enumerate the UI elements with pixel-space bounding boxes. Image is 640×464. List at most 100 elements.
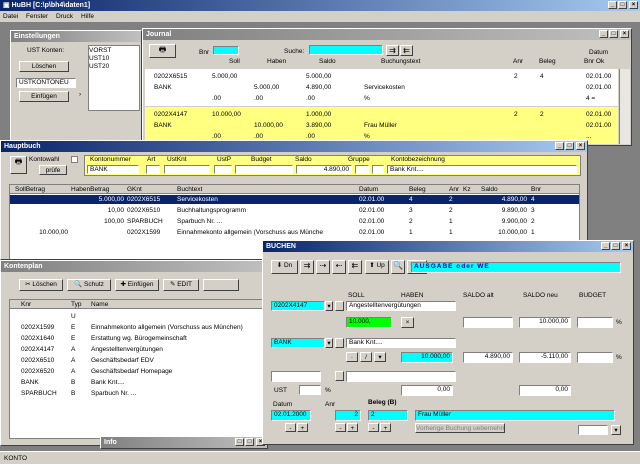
ust-text-field[interactable] <box>346 371 456 382</box>
chevron-down-icon[interactable]: ▾ <box>611 425 621 435</box>
close-icon[interactable]: × <box>622 242 631 250</box>
table-row[interactable]: U <box>10 312 264 321</box>
kp-edit-button[interactable]: ✎ EDIT <box>163 279 199 291</box>
loeschen-button[interactable]: Löschen <box>19 61 69 72</box>
table-row[interactable]: SPARBUCH B Sparbuch Nr. ... <box>10 389 264 398</box>
slash-button[interactable]: / <box>360 352 372 362</box>
datum-field[interactable]: 02.01.2000 <box>271 410 311 421</box>
menu-hilfe[interactable]: Hilfe <box>81 13 94 20</box>
ust-konto-field[interactable] <box>271 371 321 382</box>
menu-datei[interactable]: Datei <box>3 13 18 20</box>
datum-minus-button[interactable]: - <box>285 423 296 432</box>
minimize-icon[interactable]: _ <box>599 30 608 38</box>
ust-list[interactable]: VORST UST10 UST20 <box>88 45 140 111</box>
maximize-icon[interactable]: □ <box>618 1 627 9</box>
chevron-down-icon[interactable]: ▾ <box>325 301 333 311</box>
soll-calc-button[interactable]: × <box>401 317 414 328</box>
menu-fenster[interactable]: Fenster <box>26 13 48 20</box>
maximize-icon[interactable]: □ <box>611 242 620 250</box>
suche-input[interactable] <box>309 45 383 55</box>
beleg-minus-button[interactable]: - <box>368 423 379 432</box>
table-row[interactable]: 0202X4147 A Angestelltenvergütungen <box>10 345 264 354</box>
extra-field[interactable] <box>578 425 608 435</box>
haben-art-button[interactable] <box>335 338 344 348</box>
print-icon[interactable]: 🖶 <box>149 44 176 58</box>
ustp-input[interactable] <box>214 165 232 174</box>
down-button[interactable]: ⬇ Dn <box>271 260 298 274</box>
gruppe-input[interactable] <box>355 165 369 174</box>
einfuegen-button[interactable]: Einfügen <box>19 91 69 102</box>
anr-field[interactable]: 2 <box>335 410 361 421</box>
art-input[interactable] <box>146 165 160 174</box>
budget-input[interactable] <box>235 165 293 174</box>
haben-text-field[interactable]: Bank Knt.... <box>346 338 456 348</box>
maximize-icon[interactable]: □ <box>245 438 254 446</box>
kontowahl-checkbox[interactable] <box>71 156 78 163</box>
info-window[interactable]: Info □ □ × <box>100 436 268 449</box>
kp-loeschen-button[interactable]: ✂ Löschen <box>19 279 63 291</box>
chevron-down-icon[interactable]: ▾ <box>374 352 386 362</box>
search-prev-icon[interactable]: ⇇ <box>400 45 413 56</box>
haben-betrag-field[interactable]: 10.000,00 <box>401 352 453 363</box>
table-row[interactable]: 100,00 SPARBUCH Sparbuch Nr. ... 02.01.00 2 1… <box>10 217 579 226</box>
anr-plus-button[interactable]: + <box>347 423 358 432</box>
kontonummer-input[interactable]: BANK <box>87 165 139 174</box>
list-item[interactable]: UST20 <box>89 62 139 71</box>
table-row[interactable]: 0202X4147 10.000,00 1.000,00 2 2 02.01.00 <box>145 110 618 119</box>
buchungstext-field[interactable]: Frau Müller <box>415 410 615 421</box>
haben-konto-select[interactable]: BANK <box>271 338 325 348</box>
up-button[interactable]: ⬆ Up <box>365 260 389 274</box>
saldo-input[interactable]: 4.890,00 <box>296 165 352 174</box>
soll-betrag-field[interactable]: 10.000, <box>346 317 392 328</box>
kp-einfuegen-button[interactable]: ✚ Einfügen <box>115 279 159 291</box>
search-icon[interactable]: 🔍 <box>391 260 405 274</box>
table-row[interactable]: BANK 10.000,00 3.890,00 Frau Müller 02.01.00 <box>145 121 618 130</box>
close-icon[interactable]: × <box>576 142 585 150</box>
table-row[interactable]: 0202X6510 A Geschäftsbedarf EDV <box>10 356 264 365</box>
table-row[interactable]: BANK B Bank Knt.... <box>10 378 264 387</box>
vorherige-buchung-button[interactable]: Vorherige Buchung uebernehmen <box>415 423 505 433</box>
calc-icon[interactable]: · <box>346 352 358 362</box>
ust-konto-input[interactable]: USTKONTONEU <box>16 78 76 88</box>
ust-percent-field[interactable] <box>299 385 321 395</box>
datum-plus-button[interactable]: + <box>297 423 308 432</box>
search-next-icon[interactable]: ⇉ <box>386 45 399 56</box>
minimize-icon[interactable]: _ <box>601 242 610 250</box>
minimize-icon[interactable]: _ <box>555 142 564 150</box>
last-icon[interactable]: ⇉ <box>300 260 314 274</box>
kontobezeichnung-input[interactable]: Bank Knt.... <box>387 165 577 174</box>
next-icon[interactable]: ⇢ <box>316 260 330 274</box>
table-row[interactable]: 0202X1640 E Erstattung wg. Bürogemeinschaf… <box>10 334 264 343</box>
soll-konto-select[interactable]: 0202X4147 <box>271 301 325 311</box>
beleg-plus-button[interactable]: + <box>380 423 391 432</box>
close-icon[interactable]: × <box>620 30 629 38</box>
prev-icon[interactable]: ⇠ <box>332 260 346 274</box>
close-icon[interactable]: × <box>629 1 638 9</box>
journal-scrollbar[interactable] <box>619 69 630 144</box>
gruppe-flag-input[interactable] <box>372 165 384 174</box>
maximize-icon[interactable]: □ <box>565 142 574 150</box>
first-icon[interactable]: ⇇ <box>348 260 362 274</box>
table-row[interactable]: BANK 5.000,00 4.890,00 Servicekosten 02.01.0… <box>145 83 618 92</box>
chevron-down-icon[interactable]: ▾ <box>325 338 333 348</box>
ustknt-input[interactable] <box>164 165 210 174</box>
minimize-icon[interactable]: _ <box>608 1 617 9</box>
beleg-field[interactable]: 2 <box>368 410 408 421</box>
ust-art-button[interactable] <box>335 371 344 381</box>
table-row[interactable]: 10.000,00 0202X1599 Einnahmekonto allgemei… <box>10 228 579 237</box>
table-row[interactable]: 5.000,00 0202X6515 Servicekosten 02.01.00 4 2… <box>10 195 579 204</box>
pruefe-button[interactable]: prüfe <box>39 165 67 175</box>
soll-text-field[interactable]: Angestelltenvergütungen <box>346 301 456 311</box>
kp-schutz-button[interactable]: 🔍 Schutz <box>67 279 111 291</box>
table-row[interactable]: 0202X1599 E Einnahmekonto allgemein (Vorsc… <box>10 323 264 332</box>
table-row[interactable]: 0202X6515 5.000,00 5.000,00 2 4 02.01.00 <box>145 72 618 81</box>
table-row[interactable]: 0202X6520 A Geschäftsbedarf Homepage <box>10 367 264 376</box>
anr-minus-button[interactable]: - <box>335 423 346 432</box>
bnr-input[interactable] <box>213 46 239 55</box>
soll-art-button[interactable] <box>335 301 344 311</box>
print-icon[interactable]: 🖶 <box>10 156 27 174</box>
menu-druck[interactable]: Druck <box>56 13 73 20</box>
table-row[interactable]: 10,00 0202X6510 Buchhaltungsprogramm 02.01.… <box>10 206 579 215</box>
buchungsart-field[interactable]: AUSGABE oder WE <box>411 262 621 273</box>
restore-icon[interactable]: □ <box>235 438 244 446</box>
